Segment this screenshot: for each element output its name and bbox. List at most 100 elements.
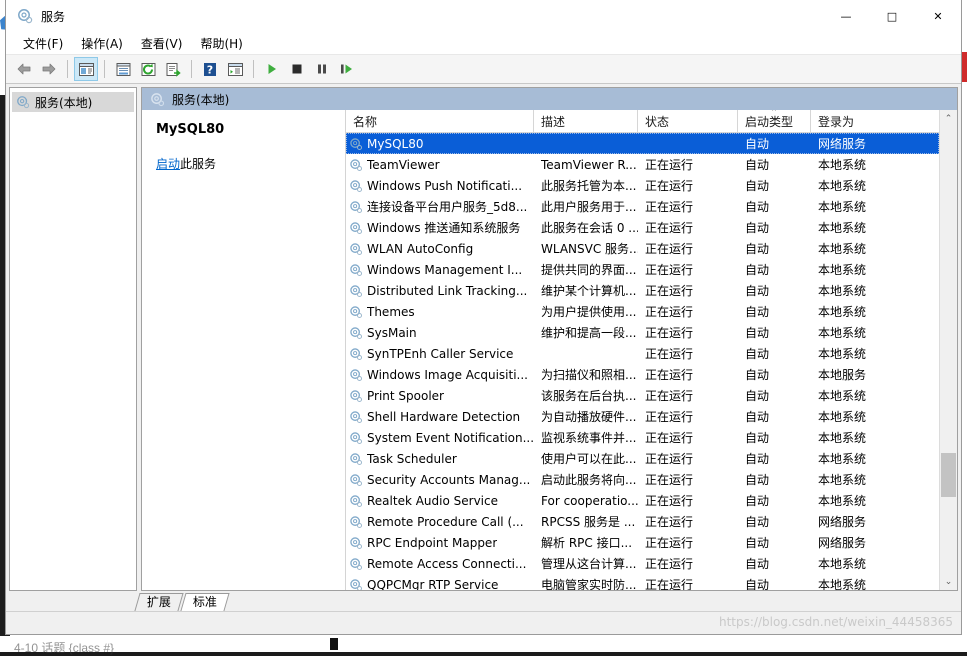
close-button[interactable]: ✕	[915, 0, 961, 32]
tab-standard[interactable]: 标准	[180, 593, 230, 611]
services-gear-icon	[17, 8, 33, 24]
scroll-down-arrow-icon[interactable]: ⌄	[940, 573, 957, 590]
table-row[interactable]: Distributed Link Tracking... 维护某个计算机... 正在…	[346, 280, 939, 301]
restart-service-button[interactable]	[335, 57, 359, 81]
row-service-status: 正在运行	[645, 515, 694, 529]
tree-item-services-local[interactable]: 服务(本地)	[12, 92, 134, 112]
row-service-name-label: TeamViewer	[367, 157, 440, 172]
row-service-name-label: WLAN AutoConfig	[367, 241, 474, 256]
row-service-startup-type: 自动	[745, 347, 770, 361]
watermark-text: https://blog.csdn.net/weixin_44458365	[718, 615, 953, 629]
console-tree-pane: 服务(本地)	[9, 87, 137, 591]
row-service-status: 正在运行	[645, 473, 694, 487]
row-service-name: 连接设备平台用户服务_5d8...	[346, 198, 534, 215]
start-service-link[interactable]: 启动	[156, 157, 180, 171]
back-button[interactable]	[12, 57, 36, 81]
export-list-button[interactable]	[161, 57, 185, 81]
row-service-name-label: SynTPEnh Caller Service	[367, 346, 514, 361]
table-row[interactable]: System Event Notification... 监视系统事件并... 正在…	[346, 427, 939, 448]
table-row[interactable]: WLAN AutoConfig WLANSVC 服务... 正在运行 自动 本地系统	[346, 238, 939, 259]
sort-ascending-icon: ⌃	[770, 110, 778, 118]
table-row[interactable]: Windows 推送通知系统服务 此服务在会话 0 ... 正在运行 自动 本地系统	[346, 217, 939, 238]
row-service-description: 为扫描仪和照相...	[541, 368, 637, 382]
row-service-log-on-as: 本地系统	[818, 452, 867, 466]
show-action-pane-button[interactable]	[223, 57, 247, 81]
table-row[interactable]: Realtek Audio Service For cooperatio... 正在…	[346, 490, 939, 511]
pause-service-button[interactable]	[310, 57, 334, 81]
properties-button[interactable]	[111, 57, 135, 81]
scroll-up-arrow-icon[interactable]: ⌃	[940, 110, 957, 127]
table-row[interactable]: MySQL80 自动 网络服务	[346, 133, 939, 154]
table-row[interactable]: Windows Push Notificati... 此服务托管为本... 正在运行…	[346, 175, 939, 196]
table-row[interactable]: Windows Management I... 提供共同的界面... 正在运行 自动 本…	[346, 259, 939, 280]
forward-button[interactable]	[37, 57, 61, 81]
table-row[interactable]: Shell Hardware Detection 为自动播放硬件... 正在运行 自动…	[346, 406, 939, 427]
row-service-status: 正在运行	[645, 158, 694, 172]
table-row[interactable]: Print Spooler 该服务在后台执... 正在运行 自动 本地系统	[346, 385, 939, 406]
results-pane-content: MySQL80 启动此服务 名称 描述 状态 ⌃ 启动类型 登录为 MySQL8…	[142, 110, 957, 590]
table-row[interactable]: 连接设备平台用户服务_5d8... 此用户服务用于... 正在运行 自动 本地系统	[346, 196, 939, 217]
window-title: 服务	[41, 9, 66, 24]
row-service-name: WLAN AutoConfig	[346, 242, 534, 256]
row-service-description: 维护和提高一段...	[541, 326, 637, 340]
stop-service-button[interactable]	[285, 57, 309, 81]
column-header-startup-type[interactable]: ⌃ 启动类型	[738, 110, 811, 132]
table-row[interactable]: Remote Procedure Call (... RPCSS 服务是 ... 正…	[346, 511, 939, 532]
row-service-description: 为用户提供使用...	[541, 305, 637, 319]
table-row[interactable]: RPC Endpoint Mapper 解析 RPC 接口... 正在运行 自动 网络服…	[346, 532, 939, 553]
table-row[interactable]: TeamViewer TeamViewer R... 正在运行 自动 本地系统	[346, 154, 939, 175]
menu-view[interactable]: 查看(V)	[132, 33, 192, 54]
menu-help[interactable]: 帮助(H)	[191, 33, 251, 54]
service-gear-icon	[349, 536, 363, 550]
show-console-tree-button[interactable]	[74, 57, 98, 81]
scrollbar-track[interactable]	[940, 127, 957, 573]
row-service-log-on-as: 本地系统	[818, 557, 867, 571]
column-header-name-label: 名称	[353, 114, 378, 129]
row-service-log-on-as: 本地系统	[818, 158, 867, 172]
column-header-description[interactable]: 描述	[534, 110, 638, 132]
services-window: 服务 — □ ✕ 文件(F) 操作(A) 查看(V) 帮助(H) ? 服务(本地…	[5, 0, 962, 635]
service-gear-icon	[349, 347, 363, 361]
column-header-log-on-as[interactable]: 登录为	[811, 110, 901, 132]
start-service-button[interactable]	[260, 57, 284, 81]
table-row[interactable]: Remote Access Connecti... 管理从这台计算... 正在运行 自…	[346, 553, 939, 574]
refresh-button[interactable]	[136, 57, 160, 81]
table-row[interactable]: QQPCMgr RTP Service 电脑管家实时防... 正在运行 自动 本地系统	[346, 574, 939, 590]
list-vertical-scrollbar[interactable]: ⌃ ⌄	[939, 110, 957, 590]
row-service-name-label: Security Accounts Manag...	[367, 472, 531, 487]
svg-text:?: ?	[207, 63, 213, 76]
table-row[interactable]: Security Accounts Manag... 启动此服务将向... 正在运行…	[346, 469, 939, 490]
toolbar-separator	[191, 60, 192, 78]
row-service-description: For cooperatio...	[541, 493, 638, 508]
table-row[interactable]: SynTPEnh Caller Service 正在运行 自动 本地系统	[346, 343, 939, 364]
column-header-log-on-as-label: 登录为	[818, 114, 855, 129]
row-service-name-label: Task Scheduler	[367, 451, 457, 466]
menu-file[interactable]: 文件(F)	[14, 33, 72, 54]
row-service-startup-type: 自动	[745, 410, 770, 424]
row-service-status: 正在运行	[645, 221, 694, 235]
minimize-button[interactable]: —	[823, 0, 869, 32]
tab-extended[interactable]: 扩展	[134, 593, 184, 611]
table-row[interactable]: SysMain 维护和提高一段... 正在运行 自动 本地系统	[346, 322, 939, 343]
column-header-name[interactable]: 名称	[346, 110, 534, 132]
help-button[interactable]: ?	[198, 57, 222, 81]
row-service-name: SysMain	[346, 326, 534, 340]
service-gear-icon	[349, 473, 363, 487]
row-service-name-label: Distributed Link Tracking...	[367, 283, 528, 298]
row-service-status: 正在运行	[645, 452, 694, 466]
row-service-status: 正在运行	[645, 389, 694, 403]
column-header-status[interactable]: 状态	[638, 110, 738, 132]
menu-action[interactable]: 操作(A)	[72, 33, 132, 54]
row-service-status: 正在运行	[645, 200, 694, 214]
maximize-button[interactable]: □	[869, 0, 915, 32]
table-row[interactable]: Themes 为用户提供使用... 正在运行 自动 本地系统	[346, 301, 939, 322]
scrollbar-thumb[interactable]	[941, 452, 956, 498]
row-service-description: 此服务托管为本...	[541, 179, 637, 193]
column-header-startup-type-label: 启动类型	[745, 114, 794, 129]
toolbar: ?	[6, 55, 961, 84]
table-row[interactable]: Windows Image Acquisiti... 为扫描仪和照相... 正在运行…	[346, 364, 939, 385]
row-service-status: 正在运行	[645, 305, 694, 319]
table-row[interactable]: Task Scheduler 使用户可以在此... 正在运行 自动 本地系统	[346, 448, 939, 469]
row-service-startup-type: 自动	[745, 200, 770, 214]
service-gear-icon	[349, 452, 363, 466]
